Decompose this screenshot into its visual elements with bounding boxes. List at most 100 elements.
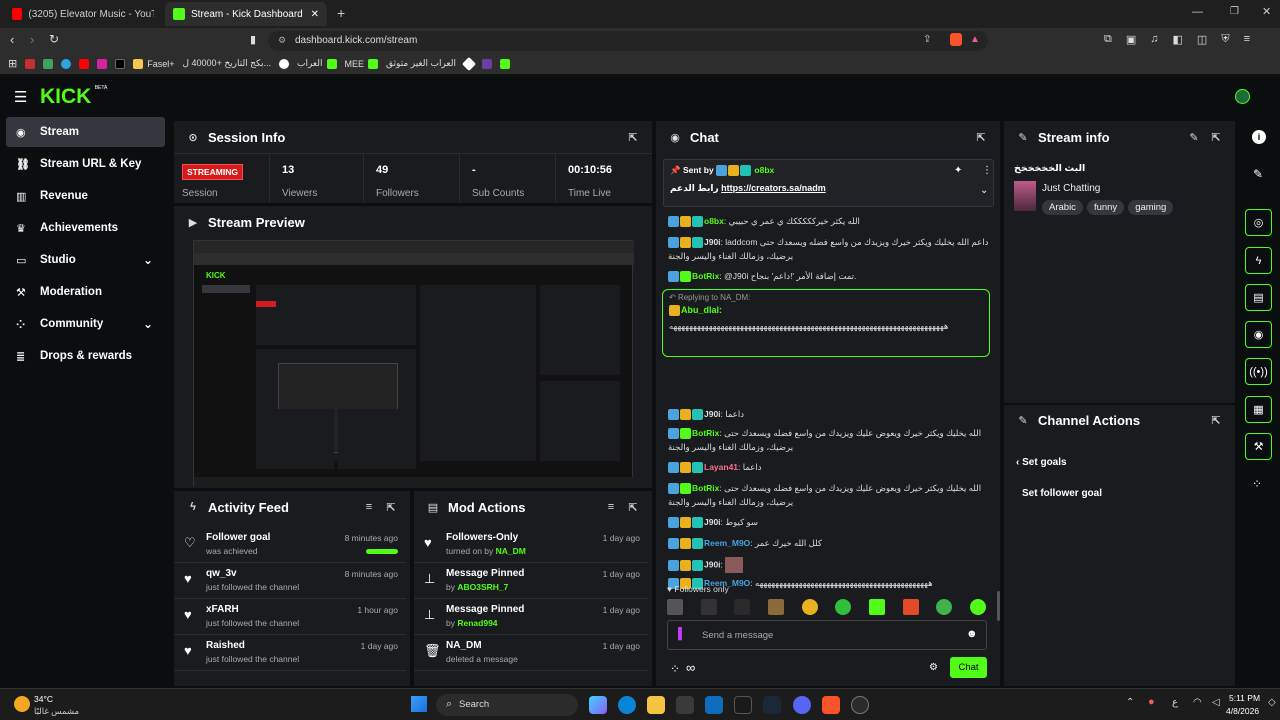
sidebar-item-revenue[interactable]: ▥ Revenue [6, 181, 165, 211]
close-tab-icon[interactable]: ✕ [311, 9, 319, 20]
chat-username[interactable]: J90i [704, 237, 721, 247]
emote-icon[interactable] [969, 599, 986, 615]
stream-preview-video[interactable]: KICK [193, 240, 634, 487]
chat-username[interactable]: BotRix [692, 428, 719, 438]
chat-message[interactable]: Reem_M9O: كلل الله خيرك عمر [668, 536, 993, 550]
sidebar-item-stream[interactable]: ◉ Stream [6, 117, 165, 147]
activity-item[interactable]: ♥ Raished just followed the channel 1 day a… [174, 635, 406, 671]
mod-action-item[interactable]: ⊥ Message Pinned by Renad994 1 day ago [414, 599, 648, 635]
sidebar-item-community[interactable]: ⁘ Community ⌄ [6, 309, 165, 339]
volume-icon[interactable]: ◁ [1212, 697, 1220, 708]
chat-message[interactable]: BotRix: @J90i تمت إضافة الأمر '!داعم' بن… [668, 269, 993, 283]
site-info-icon[interactable]: ⚙ [278, 35, 286, 46]
chat-message[interactable]: J90i: داعما [668, 407, 993, 421]
emote-icon[interactable] [835, 599, 852, 615]
set-follower-goal-button[interactable]: Set follower goal [1022, 488, 1102, 499]
chat-username[interactable]: Layan41 [704, 462, 738, 472]
bookmark-history[interactable]: بكج التاريخ +40000 ل... [182, 58, 271, 69]
music-icon[interactable]: ♫ [1150, 33, 1158, 46]
clock-date[interactable]: 4/8/2026 [1226, 706, 1259, 716]
tiktok-icon[interactable] [115, 58, 126, 69]
tag[interactable]: funny [1086, 200, 1125, 215]
chat-username[interactable]: J90i [704, 517, 721, 527]
chevron-down-icon[interactable]: ⌄ [143, 317, 153, 331]
activity-item[interactable]: ♥ qw_3v just followed the channel 8 minutes… [174, 563, 406, 599]
tag[interactable]: Arabic [1042, 200, 1083, 215]
chat-message[interactable]: o8bx: الله يكثر خيركككككك ي عمر ي حبيبي [668, 214, 993, 228]
sidebar-item-stream-url-key[interactable]: ⛓ Stream URL & Key [6, 149, 165, 179]
kick-logo[interactable]: KICK BETA [40, 85, 107, 109]
popout-icon[interactable]: ⇱ [1209, 130, 1223, 144]
chat-username[interactable]: BotRix [692, 483, 719, 493]
windows-start-icon[interactable] [411, 696, 427, 712]
bookmark-unverified[interactable]: العراب الغير متوثق [386, 58, 456, 69]
set-goals-back-button[interactable]: ‹ Set goals [1016, 457, 1067, 468]
popout-icon[interactable]: ⇱ [1209, 413, 1223, 427]
sidebar-item-achievements[interactable]: ♛ Achievements [6, 213, 165, 243]
notification-icon[interactable]: ◇ [1268, 697, 1276, 708]
category-name[interactable]: Just Chatting [1042, 183, 1100, 194]
chat-scrollbar[interactable] [997, 591, 1000, 621]
mod-action-item[interactable]: ♥ Followers-Only turned on by NA_DM 1 day a… [414, 527, 648, 563]
bolt-icon[interactable]: ϟ [1245, 247, 1272, 274]
instagram-icon[interactable] [97, 58, 108, 69]
bookmark-alarrab[interactable]: العراب [297, 58, 337, 69]
sidebar-item-studio[interactable]: ▭ Studio ⌄ [6, 245, 165, 275]
community-icon[interactable]: ⁘ [1252, 477, 1262, 491]
youtube-icon[interactable] [79, 58, 90, 69]
github-icon[interactable] [851, 696, 869, 714]
emote-icon[interactable] [734, 599, 751, 615]
layers-icon[interactable]: ▦ [1245, 396, 1272, 423]
chevron-up-icon[interactable]: ⌃ [1126, 697, 1134, 708]
edit-icon[interactable]: ✎ [1187, 130, 1201, 144]
chat-message[interactable]: BotRix: الله يخليك ويكثر خيرك ويعوض عليك… [668, 426, 993, 454]
category-thumbnail[interactable] [1014, 181, 1036, 211]
popout-icon[interactable]: ⇱ [626, 130, 640, 144]
emote-icon[interactable] [700, 599, 717, 615]
hamburger-menu-icon[interactable]: ☰ [14, 88, 27, 106]
file-explorer-icon[interactable] [647, 696, 665, 714]
terminal-icon[interactable] [734, 696, 752, 714]
bookmark-mee[interactable]: MEE [345, 58, 379, 69]
store-icon[interactable] [676, 696, 694, 714]
edit-icon[interactable]: ✎ [1253, 167, 1263, 181]
minimize-icon[interactable]: — [1192, 6, 1203, 18]
back-icon[interactable]: ‹ [10, 32, 14, 47]
bookmark-favicon-icon[interactable] [278, 58, 289, 69]
sidebar-item-drops-rewards[interactable]: ≣ Drops & rewards [6, 341, 165, 371]
menu-icon[interactable]: ≡ [1244, 33, 1250, 46]
info-icon[interactable]: i [1252, 130, 1266, 144]
emoji-icon[interactable]: ☻ [966, 628, 978, 640]
sidebar-icon[interactable]: ◧ [1173, 33, 1183, 46]
chevron-down-icon[interactable]: ⌄ [143, 253, 153, 267]
chat-message[interactable]: J90i: [668, 557, 993, 573]
reply-message[interactable]: ↶ Replying to NA_DM: Abu_dlal: ههههههههههه… [662, 289, 990, 357]
brave-shields-icon[interactable] [950, 33, 962, 46]
chat-message[interactable]: Layan41: داعما [668, 460, 993, 474]
wifi-icon[interactable]: ◠ [1193, 697, 1202, 708]
activity-item[interactable]: ♡ Follower goal was achieved 8 minutes ago [174, 527, 406, 563]
popout-icon[interactable]: ⇱ [384, 500, 398, 514]
document-icon[interactable]: ▤ [1245, 284, 1272, 311]
bookmark-fasel[interactable]: Fasel+ [133, 58, 174, 69]
vpn-icon[interactable]: ⛨ [1221, 33, 1229, 46]
mod-user[interactable]: Renad994 [457, 618, 497, 628]
chat-username[interactable]: J90i [704, 559, 721, 569]
extensions-icon[interactable]: ⧉ [1104, 33, 1112, 46]
emote-icon[interactable] [868, 599, 885, 615]
infinity-icon[interactable]: ∞ [686, 660, 695, 675]
microphone-icon[interactable]: ● [1148, 696, 1155, 708]
avatar[interactable] [1235, 89, 1250, 104]
bookmark-favicon-icon[interactable] [25, 58, 36, 69]
chat-message[interactable]: J90i: سو كيوط [668, 515, 993, 529]
send-chat-button[interactable]: Chat [950, 657, 987, 678]
mod-user[interactable]: NA_DM [496, 546, 526, 556]
mod-user[interactable]: ABO3SRH_7 [457, 582, 508, 592]
forward-icon[interactable]: › [30, 32, 34, 47]
apps-grid-icon[interactable]: ⊞ [8, 57, 17, 70]
tag[interactable]: gaming [1128, 200, 1174, 215]
screenshot-icon[interactable]: ▣ [1126, 33, 1136, 46]
chat-username[interactable]: Abu_dlal [681, 305, 719, 315]
bookmark-favicon-icon[interactable] [461, 56, 477, 71]
new-tab-icon[interactable]: + [337, 5, 345, 21]
